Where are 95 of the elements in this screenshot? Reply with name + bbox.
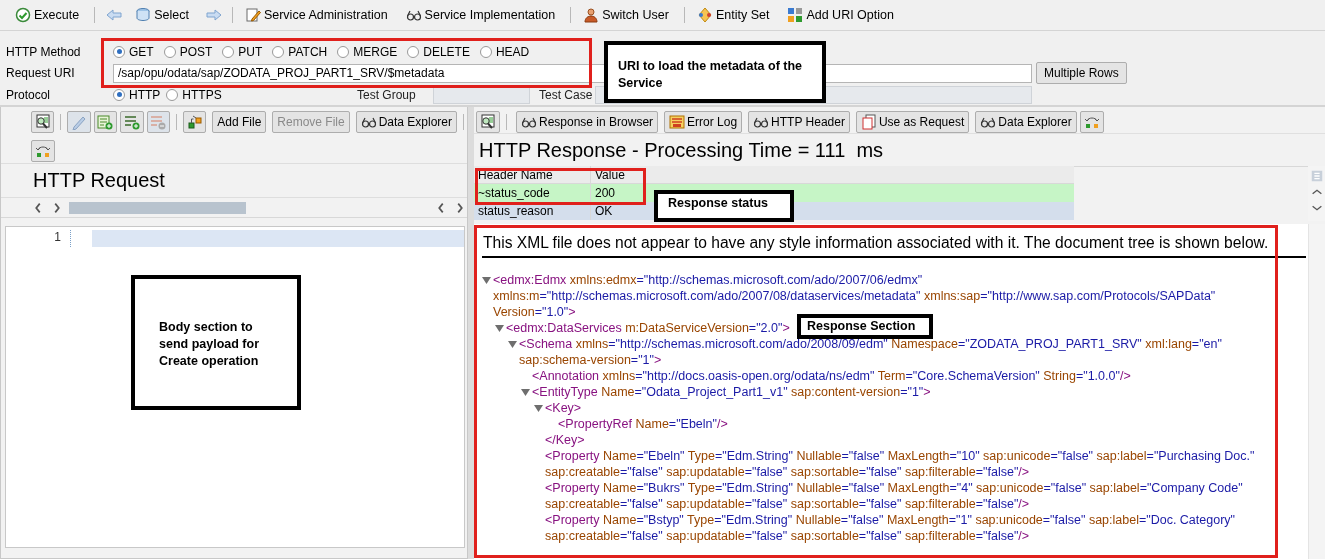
xml-line: <Annotation xmlns="http://docs.oasis-open.org/odata/ns/edm" Term="Core.SchemaVersion" String="1.0.0"/> bbox=[532, 368, 1131, 384]
table-cell: ~status_code bbox=[474, 184, 591, 202]
annotation-tooltip: Response status bbox=[654, 190, 794, 222]
column-header[interactable]: Header Name bbox=[474, 166, 591, 183]
field-label: HTTP Method bbox=[5, 44, 82, 59]
table-cell-text: OK bbox=[594, 203, 614, 220]
radio-label[interactable]: PUT bbox=[238, 44, 263, 59]
table-cell-text: 200 bbox=[594, 185, 617, 202]
radio-button[interactable] bbox=[479, 45, 492, 58]
expand-triangle-icon[interactable] bbox=[495, 324, 504, 333]
grid-icon bbox=[787, 7, 804, 23]
toolbar-button[interactable]: Data Explorer bbox=[355, 111, 458, 133]
magnifier-icon bbox=[480, 113, 496, 130]
table-cell: status_reason bbox=[474, 202, 591, 220]
log-icon bbox=[669, 113, 686, 130]
search-button[interactable] bbox=[31, 111, 55, 133]
radio-button[interactable] bbox=[222, 45, 235, 58]
xml-line: <Property Name="Bstyp" Type="Edm.String" Nullable="false" MaxLength="1" sap:unicode="false" sap:label="Doc. Category" sap:creatable="false" sap:updatable="false" sap:sortable="false" sap:filterable="false"/> bbox=[545, 512, 1236, 544]
radio-button[interactable] bbox=[407, 45, 420, 58]
radio-label[interactable]: HEAD bbox=[495, 44, 530, 59]
panel-title: HTTP Response - Processing Time = 111 ms bbox=[479, 138, 884, 162]
radio-button[interactable] bbox=[337, 45, 350, 58]
expand-triangle-icon[interactable] bbox=[534, 404, 543, 413]
field-label: Protocol bbox=[5, 87, 52, 102]
toolbar-button[interactable]: Switch User bbox=[580, 5, 672, 25]
splitter-handle[interactable] bbox=[468, 107, 474, 559]
toolbar-button[interactable]: Select bbox=[132, 5, 192, 25]
xml-line: </Key> bbox=[545, 432, 585, 448]
xml-line: <Property Name="Bukrs" Type="Edm.String" Nullable="false" MaxLength="4" sap:unicode="false" sap:label="Company Code" sap:creatable="false" sap:updatable="false" sap:sortable="false" sap:filterable="false"/> bbox=[545, 480, 1244, 512]
line-number: 1 bbox=[53, 230, 62, 246]
search-button[interactable] bbox=[476, 110, 500, 133]
radio-label[interactable]: GET bbox=[129, 44, 154, 59]
toolbar-button[interactable]: Execute bbox=[12, 5, 83, 25]
field-label: Request URI bbox=[5, 66, 76, 81]
toolbar-button[interactable]: Entity Set bbox=[693, 5, 773, 25]
swap-button[interactable] bbox=[31, 139, 55, 162]
document-icon bbox=[860, 113, 877, 130]
swap-button[interactable] bbox=[1079, 110, 1104, 133]
toolbar-button[interactable]: Data Explorer bbox=[975, 110, 1077, 133]
expand-triangle-icon[interactable] bbox=[521, 388, 530, 397]
radio-button[interactable] bbox=[113, 88, 125, 101]
transfer-button[interactable] bbox=[182, 111, 207, 133]
pencil-icon bbox=[71, 114, 88, 130]
xml-line: <EntityType Name="Odata_Project_Part1_v1" sap:content-version="1"> bbox=[532, 384, 931, 400]
diamond-icon bbox=[696, 7, 713, 23]
delete-row-button[interactable] bbox=[146, 111, 170, 133]
toolbar-button[interactable]: Service Implementation bbox=[402, 5, 559, 25]
left-arrow-icon bbox=[106, 7, 123, 23]
xml-line: <edmx:DataServices m:DataServiceVersion="2.0"> bbox=[506, 320, 790, 336]
field-label: Test Group bbox=[357, 87, 417, 102]
radio-label[interactable]: HTTPS bbox=[182, 87, 222, 102]
toolbar-button[interactable]: Response in Browser bbox=[516, 110, 659, 133]
annotation-tooltip: Body section to send payload for Create operation bbox=[131, 275, 301, 410]
edit-button[interactable] bbox=[67, 111, 91, 133]
remove-row-icon bbox=[150, 114, 167, 130]
xml-line: <Schema xmlns="http://schemas.microsoft.com/ado/2008/09/edm" Namespace="ZODATA_PROJ_PART1_SRV" xml:lang="en" sap:schema-version="1"> bbox=[519, 336, 1223, 368]
radio-label[interactable]: MERGE bbox=[353, 44, 398, 59]
info-message: This XML file does not appear to have any style information associated with it. The document tree is shown below. bbox=[482, 234, 1306, 258]
multiple-rows-button[interactable]: Multiple Rows bbox=[1036, 62, 1127, 85]
annotation-tooltip: Response Section bbox=[797, 314, 933, 339]
toolbar-button[interactable]: HTTP Header bbox=[748, 110, 850, 133]
insert-row-button[interactable] bbox=[93, 111, 118, 133]
radio-label[interactable]: DELETE bbox=[423, 44, 470, 59]
add-row-icon bbox=[123, 114, 140, 130]
radio-button[interactable] bbox=[272, 45, 285, 58]
hierarchy-icon bbox=[186, 114, 203, 130]
person-icon bbox=[583, 7, 600, 23]
field-label: Test Case bbox=[539, 87, 594, 102]
radio-label[interactable]: HTTP bbox=[129, 87, 161, 102]
xml-line: <Key> bbox=[545, 400, 582, 416]
database-icon bbox=[135, 7, 152, 23]
check-icon bbox=[15, 7, 31, 23]
column-header[interactable]: Value bbox=[591, 166, 641, 183]
toolbar-button[interactable]: Error Log bbox=[664, 110, 743, 133]
radio-button[interactable] bbox=[113, 45, 125, 58]
pencil-document-icon bbox=[244, 7, 261, 23]
right-arrow-icon bbox=[205, 7, 222, 23]
magnifier-icon bbox=[34, 114, 51, 130]
toolbar-button[interactable]: Service Administration bbox=[241, 5, 391, 25]
expand-triangle-icon[interactable] bbox=[508, 340, 517, 349]
append-row-button[interactable] bbox=[120, 111, 144, 133]
radio-button[interactable] bbox=[166, 88, 179, 101]
radio-label[interactable]: POST bbox=[179, 44, 213, 59]
add-row-icon bbox=[97, 114, 114, 130]
annotation-tooltip: URI to load the metadata of the Service bbox=[604, 41, 826, 103]
horizontal-scrollbar[interactable] bbox=[69, 201, 246, 214]
toolbar-button[interactable]: Add File bbox=[212, 111, 267, 133]
expand-triangle-icon[interactable] bbox=[482, 276, 491, 285]
toolbar-button[interactable]: Add URI Option bbox=[784, 5, 897, 25]
panel-title: HTTP Request bbox=[33, 169, 165, 192]
xml-line: <Property Name="Ebeln" Type="Edm.String" Nullable="false" MaxLength="10" sap:unicode="false" sap:label="Purchasing Doc." sap:creatable="false" sap:updatable="false" sap:sortable="false" sap:filterable="false"/> bbox=[545, 448, 1256, 480]
radio-label[interactable]: PATCH bbox=[288, 44, 328, 59]
radio-button[interactable] bbox=[163, 45, 176, 58]
toolbar-button[interactable]: Use as Request bbox=[855, 110, 970, 133]
xml-line: <PropertyRef Name="Ebeln"/> bbox=[558, 416, 728, 432]
